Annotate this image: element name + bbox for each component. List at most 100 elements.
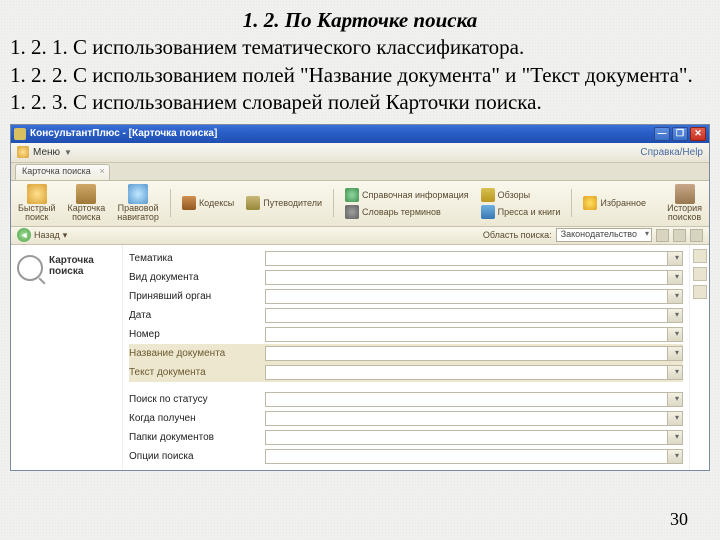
chevron-down-icon: ▾ [675, 253, 679, 262]
toolbar-navigator[interactable]: Правовой навигатор [114, 183, 162, 224]
side-tool-2[interactable] [693, 267, 707, 281]
toolbar-reviews[interactable]: Обзоры [478, 187, 564, 203]
field-row-date: Дата ▾ [129, 306, 683, 325]
left-panel: Карточка поиска [11, 245, 123, 470]
spacer [129, 382, 683, 390]
field-input-number[interactable]: ▾ [265, 327, 683, 342]
link-icon [345, 205, 359, 219]
separator [170, 189, 171, 217]
field-input-text[interactable]: ▾ [265, 365, 683, 380]
history-icon [675, 184, 695, 204]
star-icon [583, 196, 597, 210]
fields-list: Тематика ▾ Вид документа ▾ Принявший орг… [123, 245, 689, 470]
menu-icon [17, 146, 29, 158]
field-label: Название документа [129, 348, 259, 359]
field-input-organ[interactable]: ▾ [265, 289, 683, 304]
panel-title-l2: поиска [49, 266, 94, 277]
minimize-button[interactable]: — [654, 127, 670, 141]
field-row-title: Название документа ▾ [129, 344, 683, 363]
titlebar[interactable]: КонсультантПлюс - [Карточка поиска] — ❐ … [11, 125, 709, 143]
chevron-down-icon: ▾ [675, 451, 679, 460]
chevron-down-icon: ▾ [675, 394, 679, 403]
app-window: КонсультантПлюс - [Карточка поиска] — ❐ … [10, 124, 710, 471]
section-value: Законодательство [561, 229, 637, 239]
toolbar-codex[interactable]: Кодексы [179, 195, 237, 211]
toolbar: Быстрый поиск Карточка поиска Правовой н… [11, 181, 709, 227]
book-icon [182, 196, 196, 210]
field-input-title[interactable]: ▾ [265, 346, 683, 361]
toolbar-label: Путеводители [263, 198, 322, 208]
panel-title-l1: Карточка [49, 255, 94, 266]
toolbar-search-card[interactable]: Карточка поиска [65, 183, 109, 224]
toolbar-history[interactable]: История поисков [664, 183, 705, 224]
info-icon [345, 188, 359, 202]
menu-dropdown-icon[interactable]: ▼ [64, 148, 72, 157]
page-number: 30 [670, 509, 688, 530]
separator [333, 189, 334, 217]
chevron-down-icon: ▾ [675, 272, 679, 281]
field-input-options[interactable]: ▾ [265, 449, 683, 464]
toolbar-label: Кодексы [199, 198, 234, 208]
toolbar-label: Избранное [600, 198, 646, 208]
section-heading: 1. 2. По Карточке поиска [10, 8, 710, 33]
nav-row: ◄ Назад ▾ Область поиска: Законодательст… [11, 227, 709, 245]
chevron-down-icon: ▾ [675, 291, 679, 300]
toolbar-terms[interactable]: Словарь терминов [342, 204, 472, 220]
field-input-status[interactable]: ▾ [265, 392, 683, 407]
section-combo[interactable]: Законодательство [556, 228, 652, 242]
toolbar-label: Пресса и книги [498, 207, 561, 217]
nav-tool-2[interactable] [673, 229, 686, 242]
field-input-folders[interactable]: ▾ [265, 430, 683, 445]
section-label: Область поиска: [483, 230, 552, 240]
back-dropdown-icon[interactable]: ▾ [63, 230, 68, 241]
tab-search-card[interactable]: Карточка поиска × [15, 164, 110, 180]
panel-title: Карточка поиска [49, 255, 94, 277]
help-link[interactable]: Справка/Help [640, 147, 703, 158]
field-row-tematika: Тематика ▾ [129, 249, 683, 268]
field-label: Тематика [129, 253, 259, 264]
field-label: Номер [129, 329, 259, 340]
field-row-number: Номер ▾ [129, 325, 683, 344]
chevron-down-icon: ▾ [675, 432, 679, 441]
toolbar-label: Справочная информация [362, 190, 469, 200]
field-label: Вид документа [129, 272, 259, 283]
maximize-button[interactable]: ❐ [672, 127, 688, 141]
field-input-received[interactable]: ▾ [265, 411, 683, 426]
field-label: Поиск по статусу [129, 394, 259, 405]
app-icon [14, 128, 26, 140]
field-label: Опции поиска [129, 451, 259, 462]
paragraph-2: 1. 2. 2. С использованием полей "Названи… [10, 63, 710, 89]
toolbar-quick-search[interactable]: Быстрый поиск [15, 183, 59, 224]
nav-tool-1[interactable] [656, 229, 669, 242]
tabstrip: Карточка поиска × [11, 163, 709, 181]
field-row-vid: Вид документа ▾ [129, 268, 683, 287]
toolbar-favorites[interactable]: Избранное [580, 195, 649, 211]
back-button[interactable]: ◄ Назад ▾ [17, 228, 67, 242]
separator [571, 189, 572, 217]
toolbar-label: поисков [668, 213, 701, 222]
toolbar-press[interactable]: Пресса и книги [478, 204, 564, 220]
right-tool-strip [689, 245, 709, 470]
paragraph-1: 1. 2. 1. С использованием тематического … [10, 35, 710, 61]
side-tool-3[interactable] [693, 285, 707, 299]
field-row-options: Опции поиска ▾ [129, 447, 683, 466]
magnifier-icon [17, 255, 43, 281]
tab-close-icon[interactable]: × [100, 166, 105, 176]
field-row-text: Текст документа ▾ [129, 363, 683, 382]
close-button[interactable]: ✕ [690, 127, 706, 141]
field-row-received: Когда получен ▾ [129, 409, 683, 428]
field-input-date[interactable]: ▾ [265, 308, 683, 323]
field-input-vid[interactable]: ▾ [265, 270, 683, 285]
field-row-organ: Принявший орган ▾ [129, 287, 683, 306]
field-row-status: Поиск по статусу ▾ [129, 390, 683, 409]
side-tool-1[interactable] [693, 249, 707, 263]
nav-tool-3[interactable] [690, 229, 703, 242]
toolbar-guides[interactable]: Путеводители [243, 195, 325, 211]
toolbar-ref-info[interactable]: Справочная информация [342, 187, 472, 203]
toolbar-label: поиск [25, 213, 48, 222]
field-input-tematika[interactable]: ▾ [265, 251, 683, 266]
chevron-down-icon: ▾ [675, 413, 679, 422]
menu-label[interactable]: Меню [33, 147, 60, 158]
chevron-down-icon: ▾ [675, 329, 679, 338]
press-icon [481, 205, 495, 219]
